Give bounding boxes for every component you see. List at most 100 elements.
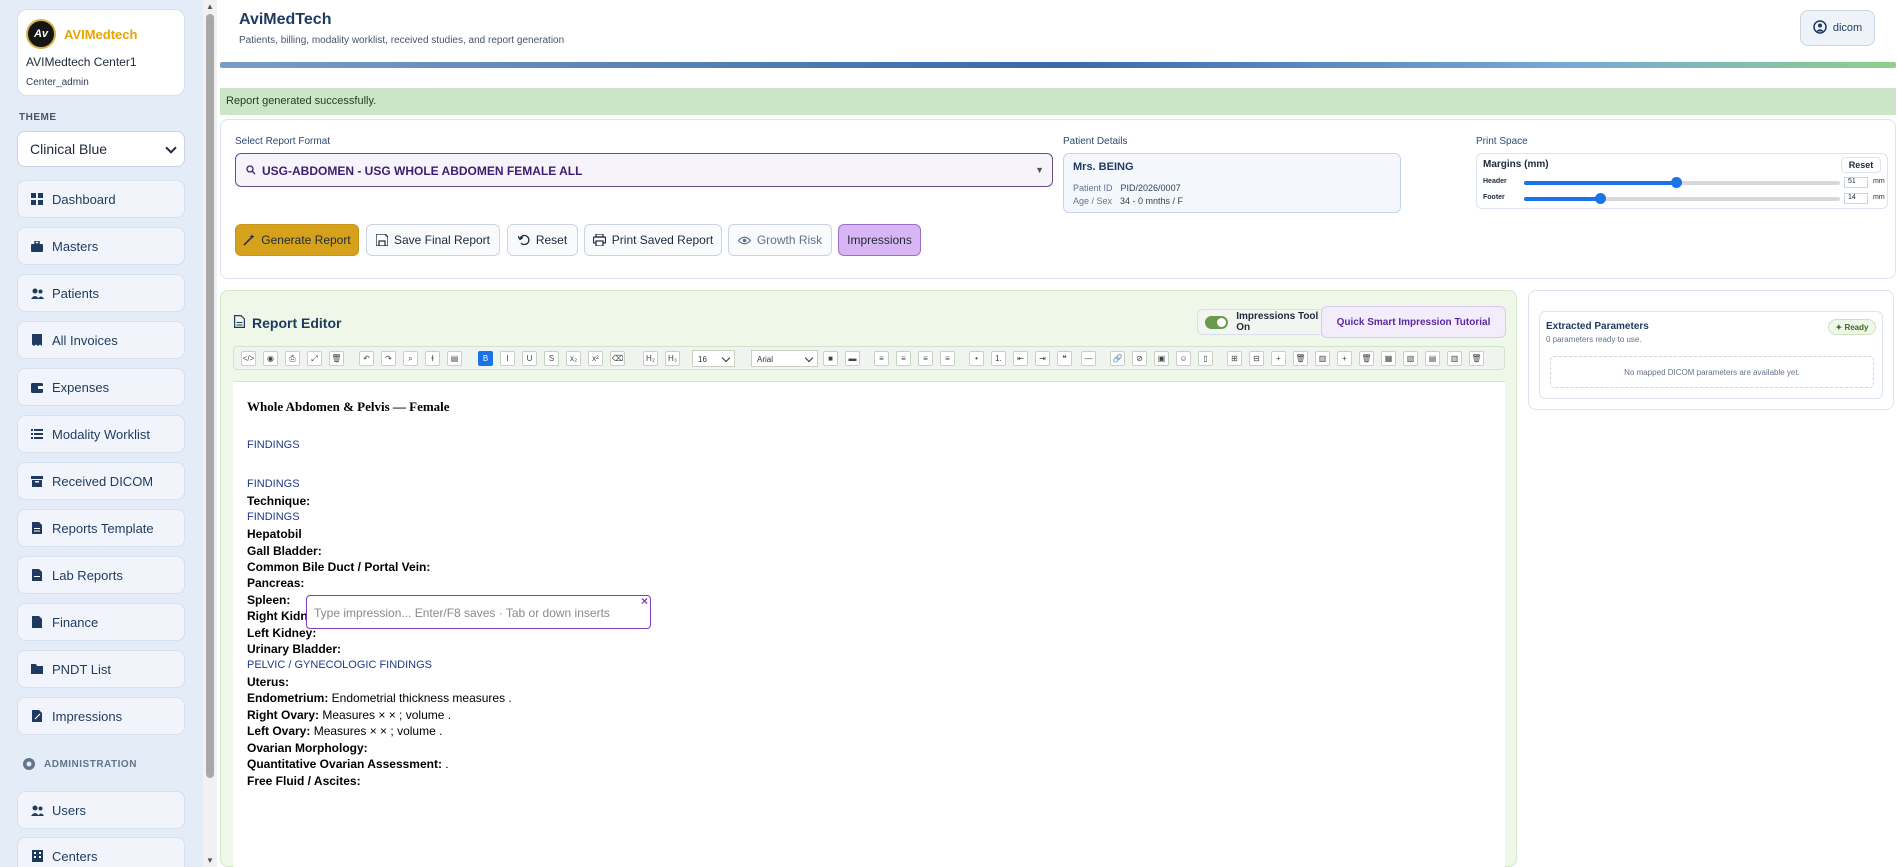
file-icon[interactable]: ▯ bbox=[1198, 351, 1213, 366]
indent-icon[interactable]: ⇥ bbox=[1035, 351, 1050, 366]
subscript-icon[interactable]: x₂ bbox=[566, 351, 581, 366]
user-menu-button[interactable]: dicom bbox=[1800, 10, 1875, 46]
bold-icon[interactable]: B bbox=[478, 351, 493, 366]
header-margin-slider[interactable] bbox=[1524, 177, 1840, 188]
align-left-icon[interactable]: ≡ bbox=[874, 351, 889, 366]
highlight-icon[interactable]: ▬ bbox=[845, 351, 860, 366]
print-saved-report-button[interactable]: Print Saved Report bbox=[584, 224, 722, 256]
code-view-icon[interactable]: </> bbox=[241, 351, 256, 366]
undo-icon[interactable]: ↶ bbox=[359, 351, 374, 366]
bullet-list-icon[interactable]: • bbox=[969, 351, 984, 366]
scrollbar-thumb[interactable] bbox=[206, 14, 214, 778]
nav-worklist[interactable]: Modality Worklist bbox=[17, 415, 185, 453]
numbered-list-icon[interactable]: 1. bbox=[991, 351, 1006, 366]
nav-lab-reports[interactable]: Lab Reports bbox=[17, 556, 185, 594]
table-props-icon[interactable]: ▤ bbox=[1425, 351, 1440, 366]
nav-received-dicom[interactable]: Received DICOM bbox=[17, 462, 185, 500]
impression-input-popup[interactable]: Type impression... Enter/F8 saves · Tab … bbox=[306, 594, 651, 629]
superscript-icon[interactable]: x² bbox=[588, 351, 603, 366]
slider-knob[interactable] bbox=[1670, 177, 1682, 188]
impressions-tool-label: Impressions Tool On bbox=[1236, 311, 1319, 333]
delete-icon[interactable]: 🗑 bbox=[329, 351, 344, 366]
close-icon[interactable]: × bbox=[641, 594, 648, 608]
nav-dashboard[interactable]: Dashboard bbox=[17, 180, 185, 218]
header-margin-row: Header 51 mm bbox=[1483, 177, 1885, 189]
impressions-tool-toggle[interactable]: Impressions Tool On bbox=[1197, 309, 1333, 335]
link-icon[interactable]: 🔗 bbox=[1110, 351, 1125, 366]
delete-icon[interactable]: 🗑 bbox=[1293, 351, 1308, 366]
theme-value: Clinical Blue bbox=[30, 141, 108, 157]
font-size-select[interactable]: 16 bbox=[692, 350, 735, 367]
impression-tutorial-button[interactable]: Quick Smart Impression Tutorial bbox=[1321, 306, 1506, 338]
table-row-icon[interactable]: ⊟ bbox=[1249, 351, 1264, 366]
fullscreen-icon[interactable]: ⤢ bbox=[307, 351, 322, 366]
report-line: Common Bile Duct / Portal Vein: bbox=[247, 560, 430, 574]
underline-icon[interactable]: U bbox=[522, 351, 537, 366]
cell-props-icon[interactable]: ▥ bbox=[1447, 351, 1462, 366]
align-right-icon[interactable]: ≡ bbox=[918, 351, 933, 366]
justify-icon[interactable]: ≡ bbox=[940, 351, 955, 366]
paste-icon[interactable]: ▤ bbox=[447, 351, 462, 366]
nav-impressions[interactable]: Impressions bbox=[17, 697, 185, 735]
margins-reset-button[interactable]: Reset bbox=[1841, 157, 1881, 173]
split-cells-icon[interactable]: ▧ bbox=[1403, 351, 1418, 366]
clear-format-icon[interactable]: ɫ bbox=[425, 351, 440, 366]
nav-users[interactable]: Users bbox=[17, 791, 185, 829]
nav-invoices[interactable]: All Invoices bbox=[17, 321, 185, 359]
impressions-button[interactable]: Impressions bbox=[838, 224, 921, 256]
align-center-icon[interactable]: ≡ bbox=[896, 351, 911, 366]
quote-icon[interactable]: ❝ bbox=[1057, 351, 1072, 366]
patient-id-row: Patient ID PID/2026/0007 bbox=[1073, 183, 1181, 193]
heading2-icon[interactable]: H₂ bbox=[643, 351, 658, 366]
report-line: Left Kidney: bbox=[247, 626, 316, 640]
text-color-icon[interactable]: ■ bbox=[823, 351, 838, 366]
image-icon[interactable]: ▣ bbox=[1154, 351, 1169, 366]
center-card: Av AVIMedtech AVIMedtech Center1 Center_… bbox=[17, 9, 185, 96]
emoji-icon[interactable]: ☺ bbox=[1176, 351, 1191, 366]
nav-patients[interactable]: Patients bbox=[17, 274, 185, 312]
strikethrough-icon[interactable]: S bbox=[544, 351, 559, 366]
reset-button[interactable]: Reset bbox=[507, 224, 578, 256]
scroll-down-icon[interactable]: ▼ bbox=[203, 856, 217, 865]
brand-logo: Av bbox=[26, 19, 56, 49]
redo-icon[interactable]: ↷ bbox=[381, 351, 396, 366]
nav-masters[interactable]: Masters bbox=[17, 227, 185, 265]
nav-reports-template[interactable]: Reports Template bbox=[17, 509, 185, 547]
outdent-icon[interactable]: ⇤ bbox=[1013, 351, 1028, 366]
add-icon[interactable]: + bbox=[1271, 351, 1286, 366]
slider-knob[interactable] bbox=[1594, 193, 1606, 204]
field-value: . bbox=[441, 757, 449, 771]
preview-icon[interactable]: ◉ bbox=[263, 351, 278, 366]
report-document[interactable]: Whole Abdomen & Pelvis — Female FINDINGS… bbox=[233, 381, 1505, 867]
footer-margin-slider[interactable] bbox=[1524, 193, 1840, 204]
toggle-switch[interactable] bbox=[1205, 315, 1229, 329]
column-icon[interactable]: ▥ bbox=[1315, 351, 1330, 366]
scroll-up-icon[interactable]: ▲ bbox=[203, 2, 217, 11]
horizontal-rule-icon[interactable]: — bbox=[1081, 351, 1096, 366]
unlink-icon[interactable]: ⊘ bbox=[1132, 351, 1147, 366]
delete-icon[interactable]: 🗑 bbox=[1359, 351, 1374, 366]
italic-icon[interactable]: I bbox=[500, 351, 515, 366]
footer-margin-input[interactable]: 14 bbox=[1844, 193, 1868, 204]
table-icon[interactable]: ⊞ bbox=[1227, 351, 1242, 366]
nav-centers[interactable]: Centers bbox=[17, 837, 185, 867]
heading3-icon[interactable]: H₃ bbox=[665, 351, 680, 366]
generate-report-button[interactable]: Generate Report bbox=[235, 224, 359, 256]
nav-finance[interactable]: Finance bbox=[17, 603, 185, 641]
report-line: Ovarian Morphology: bbox=[247, 741, 368, 755]
nav-pndt-list[interactable]: PNDT List bbox=[17, 650, 185, 688]
theme-select[interactable]: Clinical Blue bbox=[17, 131, 185, 167]
merge-cells-icon[interactable]: ▦ bbox=[1381, 351, 1396, 366]
save-final-report-button[interactable]: Save Final Report bbox=[366, 224, 500, 256]
font-family-select[interactable]: Arial bbox=[751, 350, 818, 367]
add-icon[interactable]: + bbox=[1337, 351, 1352, 366]
sidebar-scrollbar[interactable]: ▲ ▼ bbox=[203, 0, 217, 867]
report-format-select[interactable]: USG-ABDOMEN - USG WHOLE ABDOMEN FEMALE A… bbox=[235, 153, 1053, 187]
header-margin-input[interactable]: 51 bbox=[1844, 177, 1868, 188]
eraser-icon[interactable]: ⌫ bbox=[610, 351, 625, 366]
nav-expenses[interactable]: Expenses bbox=[17, 368, 185, 406]
delete-table-icon[interactable]: 🗑 bbox=[1469, 351, 1484, 366]
growth-risk-button[interactable]: Growth Risk bbox=[728, 224, 832, 256]
find-icon[interactable]: ⌕ bbox=[403, 351, 418, 366]
print-icon[interactable]: ⎙ bbox=[285, 351, 300, 366]
